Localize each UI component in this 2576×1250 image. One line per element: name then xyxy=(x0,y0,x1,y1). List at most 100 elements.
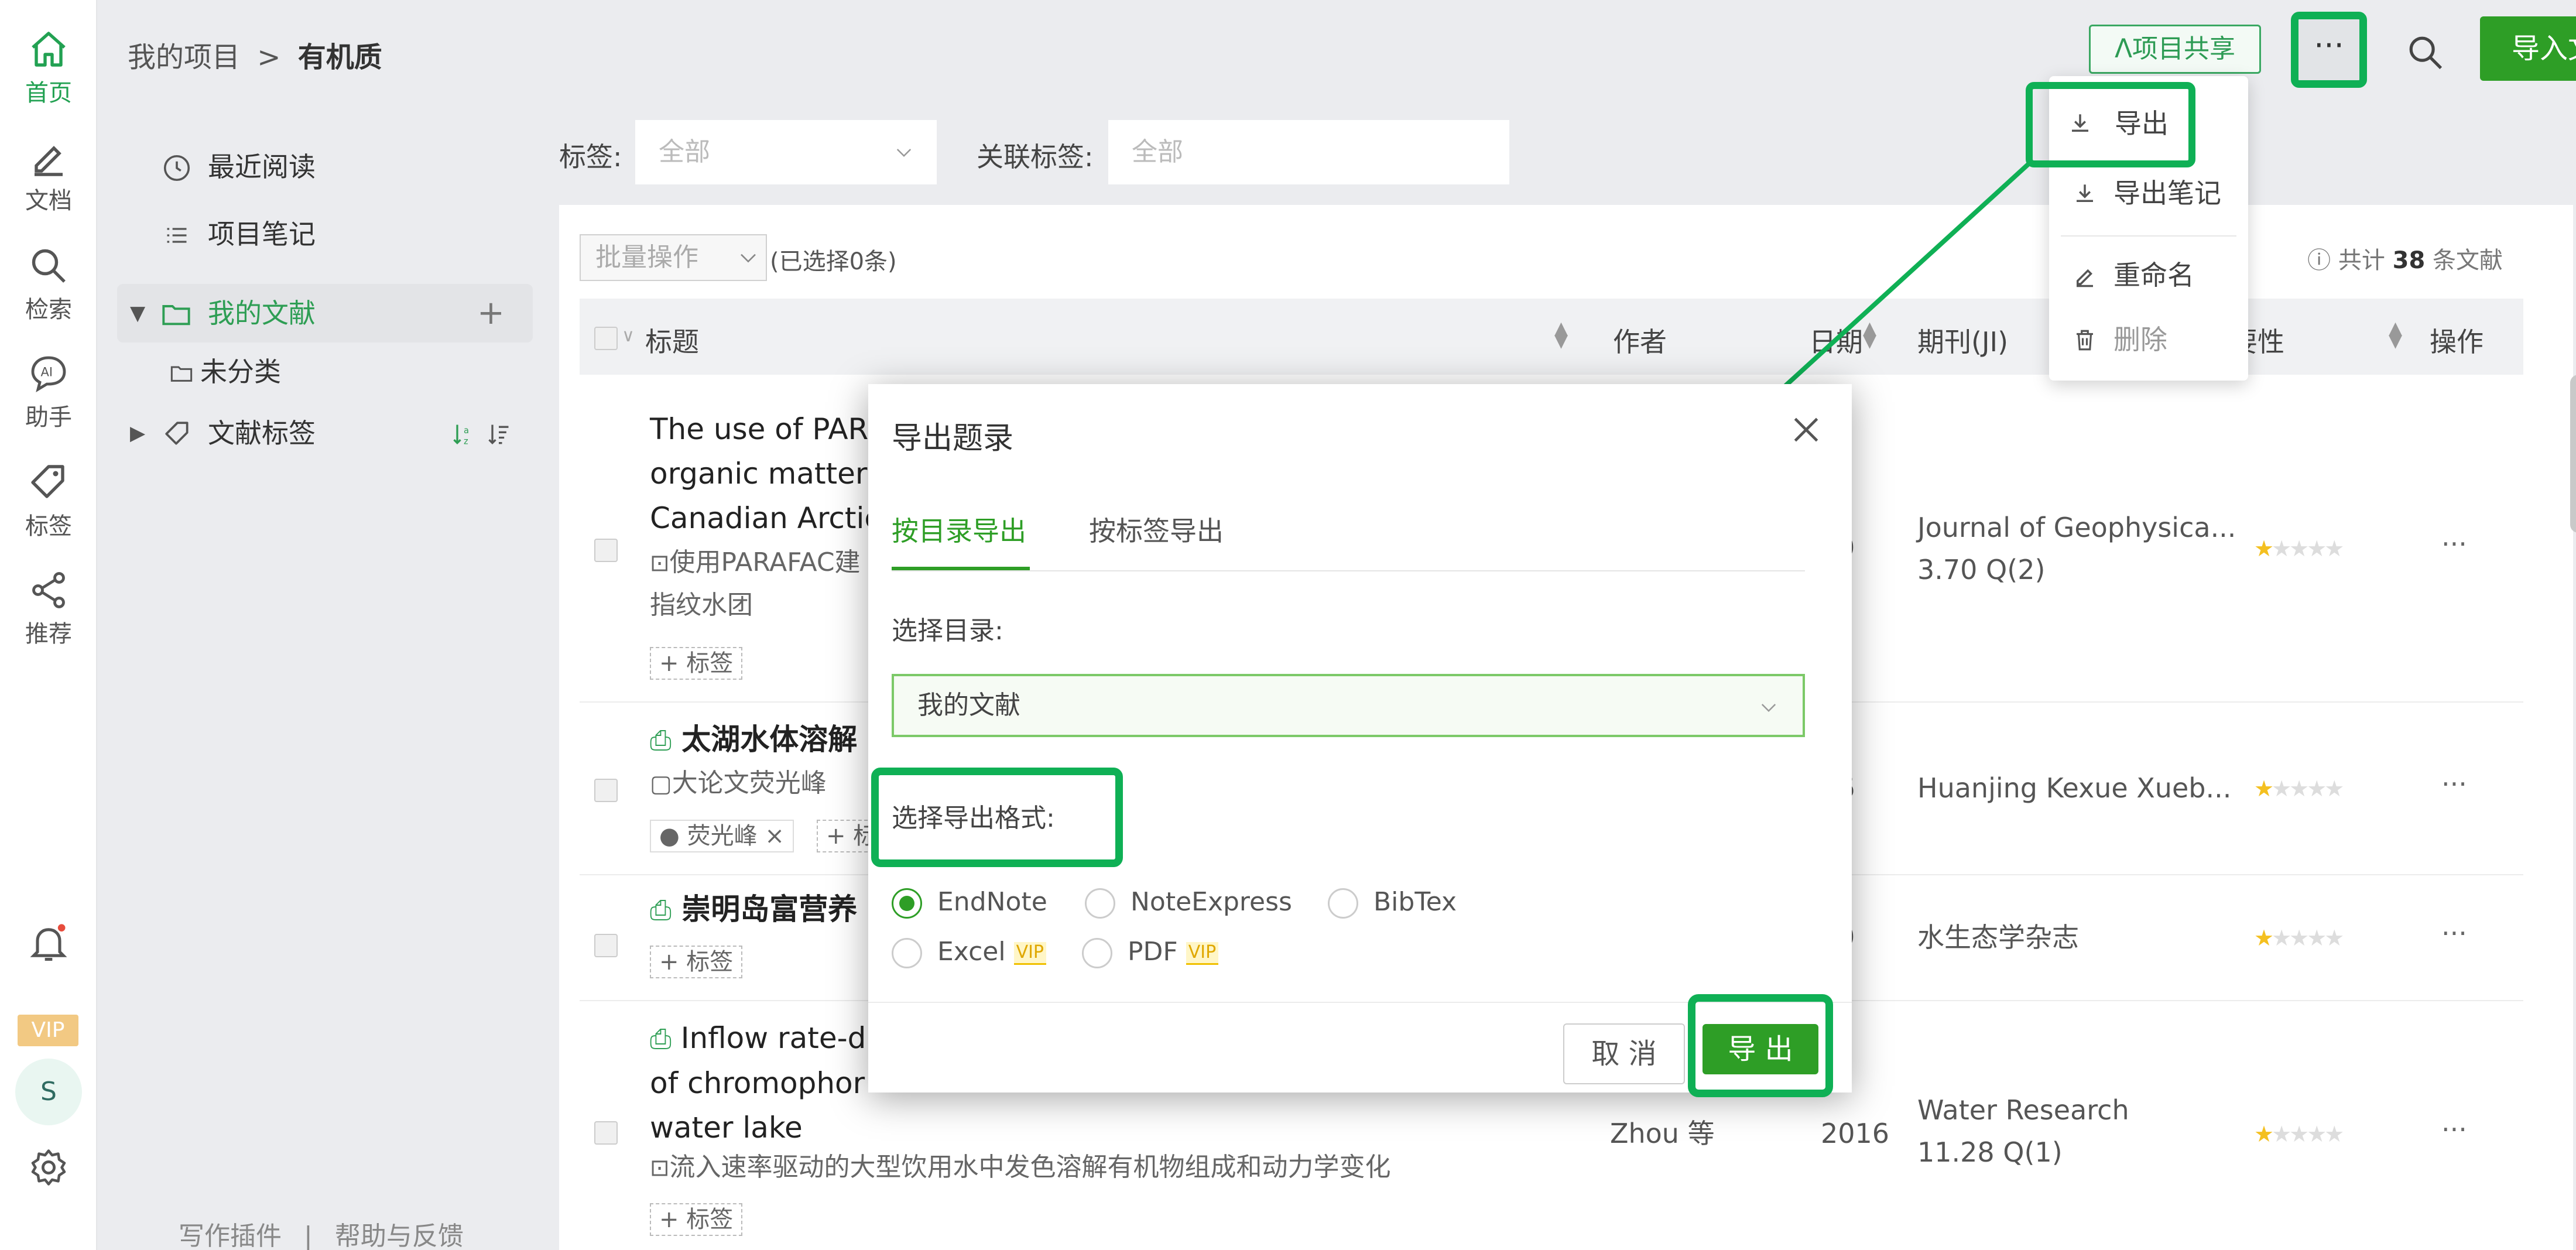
tag-filter-select[interactable]: 全部 xyxy=(635,120,937,184)
sort-ascending-icon[interactable]: az xyxy=(451,422,477,447)
breadcrumb-root[interactable]: 我的项目 xyxy=(128,41,240,74)
row-journal-impact: 11.28 Q(1) xyxy=(1917,1136,2063,1168)
caret-right-icon[interactable]: ▶ xyxy=(130,404,145,463)
add-tag-button[interactable]: + 标签 xyxy=(650,647,743,680)
format-option-excel[interactable]: Excel VIP xyxy=(892,934,1047,970)
active-tab-indicator xyxy=(892,567,1030,570)
home-icon xyxy=(32,32,66,67)
nav-item-tags[interactable]: 标签 xyxy=(0,461,97,541)
tag-chip[interactable]: ● 荧光峰 × xyxy=(650,820,794,852)
note-icon: ⊡ xyxy=(650,550,670,577)
nav-item-recommend[interactable]: 推荐 xyxy=(0,569,97,649)
chevron-down-icon[interactable]: ∨ xyxy=(622,326,635,346)
nav-item-docs[interactable]: 文档 xyxy=(0,136,97,215)
header-action[interactable]: 操作 xyxy=(2430,321,2483,359)
format-label: Excel xyxy=(937,937,1006,967)
row-note-line: 流入速率驱动的大型饮用水中发色溶解有机物组成和动力学变化 xyxy=(669,1152,1391,1182)
help-feedback-link[interactable]: 帮助与反馈 xyxy=(335,1221,464,1250)
related-tag-input[interactable]: 全部 xyxy=(1108,120,1509,184)
sort-icon[interactable]: ▲ ▼ xyxy=(1863,320,1876,350)
format-option-endnote[interactable]: EndNote xyxy=(892,885,1047,920)
tree-item-notes[interactable]: 项目笔记 xyxy=(117,205,533,263)
row-title[interactable]: ⎙ 崇明岛富营养 xyxy=(650,887,857,932)
row-checkbox[interactable] xyxy=(594,539,618,562)
row-note-line: 大论文荧光峰 xyxy=(672,768,827,798)
row-title[interactable]: ⎙ 太湖水体溶解 xyxy=(650,717,857,762)
nav-item-assistant[interactable]: AI 助手 xyxy=(0,352,97,432)
row-more-button[interactable]: ··· xyxy=(2441,768,2467,800)
row-more-button[interactable]: ··· xyxy=(2441,528,2467,560)
more-menu-button[interactable]: ··· xyxy=(2291,12,2367,88)
tab-export-by-tag[interactable]: 按标签导出 xyxy=(1089,510,1224,549)
search-button[interactable] xyxy=(2405,32,2446,73)
table-scrollbar[interactable] xyxy=(2570,375,2576,533)
row-checkbox[interactable] xyxy=(594,779,618,802)
rating-stars[interactable]: ★★★★★ xyxy=(2254,536,2344,561)
chevron-down-icon xyxy=(896,149,912,157)
menu-label-export: 导出 xyxy=(2115,108,2169,139)
row-checkbox[interactable] xyxy=(594,1121,618,1145)
folder-icon xyxy=(170,366,193,382)
format-label: PDF xyxy=(1128,937,1178,967)
row-more-button[interactable]: ··· xyxy=(2441,1114,2467,1145)
menu-label-rename: 重命名 xyxy=(2113,259,2194,291)
header-author[interactable]: 作者 xyxy=(1613,321,1667,359)
list-icon xyxy=(167,228,187,243)
import-documents-button[interactable]: 导入文献 xyxy=(2480,16,2576,81)
tree-item-uncategorized[interactable]: 未分类 xyxy=(117,343,533,401)
format-label: NoteExpress xyxy=(1131,887,1292,917)
tree-item-recent[interactable]: 最近阅读 xyxy=(117,138,533,196)
row-checkbox[interactable] xyxy=(594,934,618,957)
header-date[interactable]: 日期 xyxy=(1809,321,1863,359)
row-note: ⊡流入速率驱动的大型饮用水中发色溶解有机物组成和动力学变化 xyxy=(650,1146,1391,1189)
cancel-button[interactable]: 取 消 xyxy=(1563,1023,1685,1084)
caret-down-icon[interactable]: ▼ xyxy=(130,284,145,343)
project-share-button[interactable]: ᐱ项目共享 xyxy=(2089,25,2261,74)
settings-button[interactable] xyxy=(0,1146,97,1189)
format-option-noteexpress[interactable]: NoteExpress xyxy=(1085,885,1292,920)
select-all-checkbox[interactable] xyxy=(594,327,618,350)
row-title-line: Inflow rate-d xyxy=(680,1021,866,1055)
svg-text:AI: AI xyxy=(41,365,53,379)
nav-item-home[interactable]: 首页 xyxy=(0,28,97,108)
writing-plugin-link[interactable]: 写作插件 xyxy=(179,1221,282,1250)
header-title[interactable]: 标题 xyxy=(645,321,699,359)
menu-item-export[interactable]: 导出 xyxy=(2026,82,2195,167)
batch-operation-select[interactable]: 批量操作 xyxy=(580,234,767,281)
rating-stars[interactable]: ★★★★★ xyxy=(2254,776,2344,802)
add-tag-button[interactable]: + 标签 xyxy=(650,1203,743,1236)
sort-icon[interactable]: ▲ ▼ xyxy=(2389,320,2402,350)
directory-select[interactable]: 我的文献 xyxy=(892,674,1805,737)
tag-filter-value: 全部 xyxy=(659,137,710,167)
close-icon[interactable] xyxy=(1790,413,1823,446)
row-title-line: of chromophor xyxy=(650,1066,865,1100)
tree-label-my-docs: 我的文献 xyxy=(208,297,316,329)
notification-button[interactable] xyxy=(0,920,97,965)
format-option-pdf[interactable]: PDF VIP xyxy=(1082,934,1219,970)
total-suffix: 条文献 xyxy=(2433,247,2503,274)
vip-badge[interactable]: VIP xyxy=(18,1015,78,1046)
header-journal[interactable]: 期刊(JI) xyxy=(1917,321,2008,359)
add-tag-button[interactable]: + 标签 xyxy=(650,946,743,978)
rating-stars[interactable]: ★★★★★ xyxy=(2254,1121,2344,1147)
rating-stars[interactable]: ★★★★★ xyxy=(2254,925,2344,951)
menu-item-delete[interactable]: 删除 xyxy=(2049,310,2248,369)
tree-item-my-docs[interactable]: ▼ 我的文献 + xyxy=(117,284,533,343)
export-button[interactable]: 导 出 xyxy=(1703,1024,1818,1074)
menu-item-rename[interactable]: 重命名 xyxy=(2049,246,2248,304)
tree-item-doc-tags[interactable]: ▶ 文献标签 az xyxy=(117,404,533,463)
row-title-line: 崇明岛富营养 xyxy=(681,892,858,926)
nav-item-search[interactable]: 检索 xyxy=(0,245,97,324)
row-title[interactable]: The use of PAR organic matter Canadian A… xyxy=(650,407,881,540)
format-option-bibtex[interactable]: BibTex xyxy=(1328,885,1457,920)
menu-item-export-notes[interactable]: 导出笔记 xyxy=(2049,164,2248,222)
sort-list-icon[interactable] xyxy=(486,422,512,447)
row-more-button[interactable]: ··· xyxy=(2441,917,2467,949)
row-title[interactable]: ⎙ Inflow rate-d of chromophor water lake xyxy=(650,1016,866,1150)
sort-icon[interactable]: ▲ ▼ xyxy=(1554,320,1568,350)
sidebar-footer: 写作插件 | 帮助与反馈 xyxy=(179,1215,464,1250)
tab-export-by-directory[interactable]: 按目录导出 xyxy=(892,510,1026,549)
vip-tag: VIP xyxy=(1013,941,1047,965)
add-folder-button[interactable]: + xyxy=(477,284,505,343)
avatar[interactable]: S xyxy=(15,1059,82,1125)
